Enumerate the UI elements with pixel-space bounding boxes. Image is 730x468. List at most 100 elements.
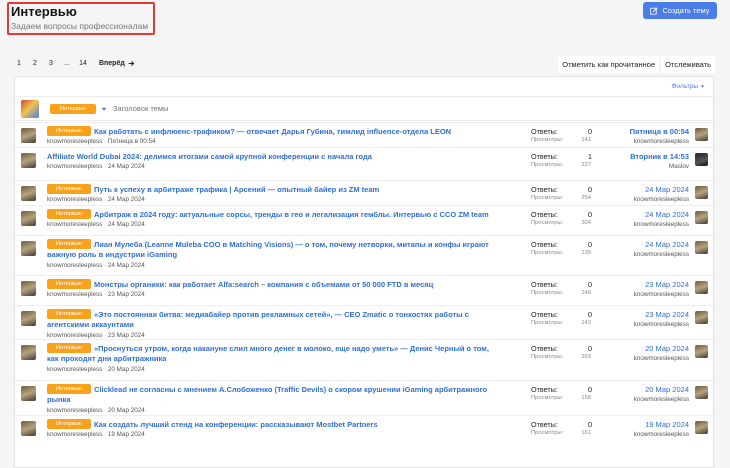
thread-row[interactable]: Интервью Арбитраж в 2024 году: актуальные…	[15, 205, 715, 235]
thread-date[interactable]: Пятница в 00:54	[108, 138, 156, 145]
thread-row[interactable]: Интервью «Это постоянная битва: медиабайе…	[15, 305, 715, 339]
last-post-date[interactable]: Вторник в 14:53	[630, 152, 689, 161]
last-post-date[interactable]: 24 Мар 2024	[645, 210, 689, 219]
thread-author[interactable]: knowmoresleepless	[47, 366, 102, 373]
thread-date[interactable]: 20 Мар 2024	[108, 366, 145, 373]
thread-author[interactable]: knowmoresleepless	[47, 407, 102, 414]
last-post-user[interactable]: knowmoresleepless	[634, 221, 689, 228]
page-2[interactable]: 2	[27, 60, 43, 67]
last-poster-avatar[interactable]	[695, 128, 708, 141]
thread-prefix[interactable]: Интервью	[47, 126, 91, 137]
last-poster-avatar[interactable]	[695, 345, 708, 358]
author-avatar[interactable]	[21, 345, 36, 360]
thread-author[interactable]: knowmoresleepless	[47, 196, 102, 203]
thread-prefix[interactable]: Интервью	[47, 279, 91, 290]
page-ellipsis[interactable]: ...	[59, 60, 75, 67]
create-thread-button[interactable]: Создать тему	[643, 2, 717, 19]
last-post-date[interactable]: 24 Мар 2024	[645, 185, 689, 194]
last-poster-avatar[interactable]	[695, 386, 708, 399]
thread-prefix[interactable]: Интервью	[47, 343, 91, 354]
thread-title-link[interactable]: Как работать с инфлюенс-трафиком? — отве…	[94, 127, 451, 136]
last-post-user[interactable]: knowmoresleepless	[634, 431, 689, 438]
author-avatar[interactable]	[21, 186, 36, 201]
thread-author[interactable]: knowmoresleepless	[47, 163, 102, 170]
last-post-date[interactable]: 23 Мар 2024	[645, 280, 689, 289]
thread-prefix[interactable]: Интервью	[47, 419, 91, 430]
thread-title-link[interactable]: «Проснуться утром, когда накануне слил м…	[47, 344, 489, 363]
thread-row[interactable]: Интервью Clicklead не согласны с мнением …	[15, 380, 715, 415]
page-3[interactable]: 3	[43, 60, 59, 67]
last-post-user[interactable]: knowmoresleepless	[634, 138, 689, 145]
author-avatar[interactable]	[21, 311, 36, 326]
author-avatar[interactable]	[21, 421, 36, 436]
author-avatar[interactable]	[21, 128, 36, 143]
thread-date[interactable]: 19 Мар 2024	[108, 431, 145, 438]
page-1[interactable]: 1	[11, 60, 27, 67]
last-post-user[interactable]: Maslov	[669, 163, 689, 170]
thread-author[interactable]: knowmoresleepless	[47, 431, 102, 438]
thread-title-link[interactable]: Путь к успеху в арбитраже трафика | Арсе…	[94, 185, 379, 194]
thread-author[interactable]: knowmoresleepless	[47, 332, 102, 339]
last-poster-avatar[interactable]	[695, 186, 708, 199]
thread-title-link[interactable]: Лиан Мулеба (Leanne Muleba COO в Matchin…	[47, 240, 489, 259]
thread-row[interactable]: Интервью Как создать лучший стенд на конф…	[15, 415, 715, 468]
thread-prefix[interactable]: Интервью	[47, 184, 91, 195]
last-post-user[interactable]: knowmoresleepless	[634, 291, 689, 298]
thread-title-input[interactable]	[113, 104, 413, 113]
thread-title-link[interactable]: Как создать лучший стенд на конференции:…	[94, 420, 378, 429]
thread-row[interactable]: Интервью Путь к успеху в арбитраже трафик…	[15, 180, 715, 205]
author-avatar[interactable]	[21, 281, 36, 296]
author-avatar[interactable]	[21, 386, 36, 401]
last-post-user[interactable]: knowmoresleepless	[634, 196, 689, 203]
last-post-date[interactable]: Пятница в 00:54	[630, 127, 689, 136]
last-post-date[interactable]: 23 Мар 2024	[645, 310, 689, 319]
last-post-date[interactable]: 20 Мар 2024	[645, 385, 689, 394]
thread-date[interactable]: 20 Мар 2024	[108, 407, 145, 414]
author-avatar[interactable]	[21, 153, 36, 168]
thread-title-link[interactable]: Монстры органики: как работает Alfa:sear…	[94, 280, 433, 289]
thread-date[interactable]: 24 Мар 2024	[108, 163, 145, 170]
thread-date[interactable]: 23 Мар 2024	[108, 291, 145, 298]
last-post-user[interactable]: knowmoresleepless	[634, 355, 689, 362]
last-poster-avatar[interactable]	[695, 311, 708, 324]
author-avatar[interactable]	[21, 241, 36, 256]
thread-date[interactable]: 24 Мар 2024	[108, 196, 145, 203]
last-post-user[interactable]: knowmoresleepless	[634, 321, 689, 328]
thread-date[interactable]: 24 Мар 2024	[108, 262, 145, 269]
last-poster-avatar[interactable]	[695, 421, 708, 434]
thread-title-link[interactable]: Арбитраж в 2024 году: актуальные сорсы, …	[94, 210, 489, 219]
thread-row[interactable]: Интервью Лиан Мулеба (Leanne Muleba COO в…	[15, 235, 715, 275]
thread-title-link[interactable]: Clicklead не согласны с мнением А.Слобож…	[47, 385, 487, 404]
thread-author[interactable]: knowmoresleepless	[47, 291, 102, 298]
page-14[interactable]: 14	[75, 60, 91, 67]
thread-row[interactable]: Интервью Как работать с инфлюенс-трафиком…	[15, 122, 715, 147]
thread-prefix[interactable]: Интервью	[47, 384, 91, 395]
next-page-button[interactable]: Вперёд	[99, 60, 135, 67]
thread-row[interactable]: Affiliate World Dubai 2024: делимся итог…	[15, 147, 715, 180]
last-poster-avatar[interactable]	[695, 281, 708, 294]
author-avatar[interactable]	[21, 211, 36, 226]
last-post-date[interactable]: 19 Мар 2024	[645, 420, 689, 429]
thread-title-link[interactable]: «Это постоянная битва: медиабайер против…	[47, 310, 469, 329]
thread-row[interactable]: Интервью «Проснуться утром, когда наканун…	[15, 339, 715, 380]
last-poster-avatar[interactable]	[695, 153, 708, 166]
thread-author[interactable]: knowmoresleepless	[47, 221, 102, 228]
watch-button[interactable]: Отслеживать	[661, 56, 715, 73]
last-post-date[interactable]: 20 Мар 2024	[645, 344, 689, 353]
last-poster-avatar[interactable]	[695, 211, 708, 224]
thread-date[interactable]: 24 Мар 2024	[108, 221, 145, 228]
thread-author[interactable]: knowmoresleepless	[47, 262, 102, 269]
thread-prefix[interactable]: Интервью	[47, 309, 91, 320]
thread-prefix[interactable]: Интервью	[47, 209, 91, 220]
last-poster-avatar[interactable]	[695, 241, 708, 254]
filters-button[interactable]: Фильтры	[671, 83, 698, 90]
mark-read-button[interactable]: Отметить как прочитанное	[558, 56, 660, 73]
last-post-date[interactable]: 24 Мар 2024	[645, 240, 689, 249]
last-post-user[interactable]: knowmoresleepless	[634, 251, 689, 258]
thread-row[interactable]: Интервью Монстры органики: как работает A…	[15, 275, 715, 305]
last-post-user[interactable]: knowmoresleepless	[634, 396, 689, 403]
prefix-select[interactable]: Интервью	[50, 103, 107, 114]
thread-prefix[interactable]: Интервью	[47, 239, 91, 250]
thread-title-link[interactable]: Affiliate World Dubai 2024: делимся итог…	[47, 152, 372, 161]
thread-author[interactable]: knowmoresleepless	[47, 138, 102, 145]
